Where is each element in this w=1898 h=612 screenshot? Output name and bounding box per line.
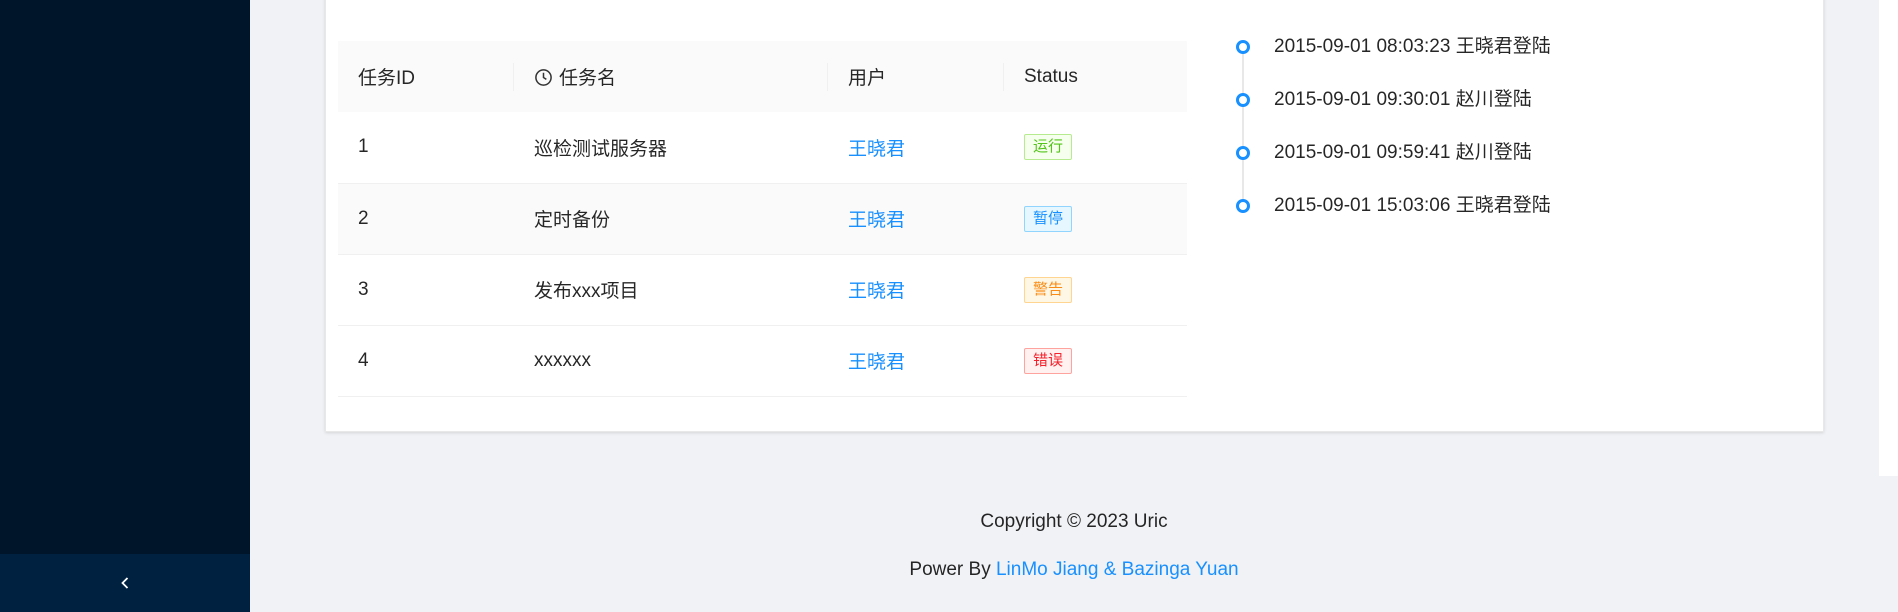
status-badge: 错误 [1024, 347, 1073, 374]
circle-dot-icon [1236, 40, 1250, 54]
power-by-text: Power By LinMo Jiang & Bazinga Yuan [269, 559, 1879, 581]
timeline-text: 2015-09-01 09:59:41 赵川登陆 [1274, 142, 1532, 163]
timeline-text: 2015-09-01 15:03:06 王晓君登陆 [1274, 195, 1551, 216]
circle-dot-icon [1236, 93, 1250, 107]
clock-icon [535, 69, 552, 86]
table-row: 3 发布xxx项目 王晓君 警告 [338, 254, 1187, 325]
sidebar [0, 0, 250, 612]
timeline-item: 2015-09-01 09:30:01 赵川登陆 [1236, 87, 1796, 140]
timeline-text: 2015-09-01 09:30:01 赵川登陆 [1274, 89, 1532, 110]
column-header-id: 任务ID [338, 41, 514, 112]
task-id: 2 [358, 207, 369, 229]
task-name: 定时备份 [534, 210, 611, 231]
login-timeline: 2015-09-01 08:03:23 王晓君登陆 2015-09-01 09:… [1236, 34, 1796, 246]
timeline-item: 2015-09-01 08:03:23 王晓君登陆 [1236, 34, 1796, 87]
task-id: 4 [358, 349, 369, 371]
user-link[interactable]: 王晓君 [828, 112, 1004, 183]
user-link[interactable]: 王晓君 [828, 254, 1004, 325]
task-name: 发布xxx项目 [534, 281, 639, 302]
sidebar-collapse-trigger[interactable] [0, 554, 250, 612]
copyright-text: Copyright © 2023 Uric [980, 511, 1168, 532]
power-by-label: Power By [909, 559, 996, 580]
timeline-text: 2015-09-01 08:03:23 王晓君登陆 [1274, 36, 1551, 57]
column-header-task-name: 任务名 [514, 41, 828, 112]
timeline-item: 2015-09-01 09:59:41 赵川登陆 [1236, 140, 1796, 193]
status-badge: 警告 [1024, 276, 1073, 303]
task-id: 3 [358, 278, 369, 300]
column-header-user: 用户 [828, 41, 1004, 112]
table-row: 2 定时备份 王晓君 暂停 [338, 183, 1187, 254]
task-table: 任务ID 任务名 用户 Status 1 巡检测试服务器 王晓君 运行 2 定时… [338, 41, 1187, 397]
table-header-row: 任务ID 任务名 用户 Status [338, 41, 1187, 112]
task-name: 巡检测试服务器 [534, 138, 668, 160]
circle-dot-icon [1236, 199, 1250, 213]
table-row: 4 xxxxxx 王晓君 错误 [338, 325, 1187, 396]
task-name: xxxxxx [534, 349, 591, 371]
timeline-item: 2015-09-01 15:03:06 王晓君登陆 [1236, 193, 1796, 246]
circle-dot-icon [1236, 146, 1250, 160]
scrollbar-gutter [1879, 0, 1898, 476]
user-link[interactable]: 王晓君 [828, 183, 1004, 254]
column-header-status: Status [1024, 65, 1078, 87]
user-link[interactable]: 王晓君 [828, 325, 1004, 396]
table-row: 1 巡检测试服务器 王晓君 运行 [338, 112, 1187, 183]
footer: Copyright © 2023 Uric Power By LinMo Jia… [269, 476, 1879, 612]
status-badge: 运行 [1024, 134, 1073, 161]
status-badge: 暂停 [1024, 205, 1073, 232]
task-id: 1 [358, 136, 369, 158]
chevron-left-icon [121, 577, 129, 589]
authors-link[interactable]: LinMo Jiang & Bazinga Yuan [996, 559, 1239, 580]
